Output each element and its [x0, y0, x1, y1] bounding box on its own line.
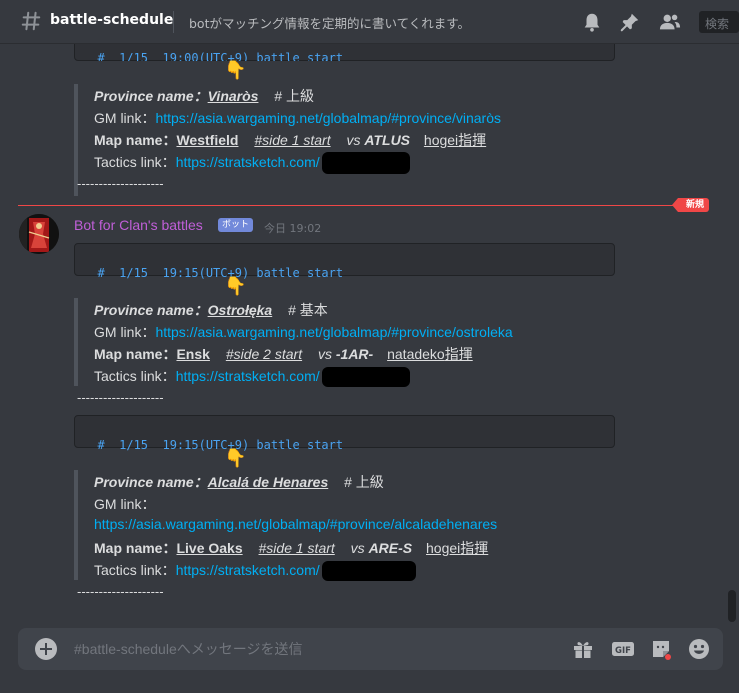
- pointing-down-icon: 👇: [224, 276, 247, 297]
- channel-topic[interactable]: botがマッチング情報を定期的に書いてくれます。: [189, 13, 470, 32]
- province-tag: # 上級: [344, 474, 384, 490]
- new-messages-divider: [18, 205, 680, 206]
- attach-plus-button[interactable]: [35, 638, 57, 660]
- redaction: [321, 152, 410, 175]
- side-tag: #side 1 start: [258, 540, 335, 556]
- code-line: # 1/15 19:15(UTC+9) battle start: [97, 438, 344, 452]
- tactics-link[interactable]: https://stratsketch.com/: [176, 368, 320, 384]
- tactics-line: Tactics link：https://stratsketch.com/: [94, 560, 416, 582]
- province-value: Ostrołęka: [207, 302, 273, 318]
- opponent-name: ATLUS: [364, 132, 411, 148]
- members-icon[interactable]: [659, 11, 681, 33]
- commander-suffix: 指揮: [444, 346, 473, 362]
- bell-icon[interactable]: [581, 11, 603, 33]
- code-line: # 1/15 19:15(UTC+9) battle start: [97, 266, 344, 280]
- map-line: Map name：Westfield #side 1 start vs ATLU…: [94, 130, 486, 150]
- battle-embed: Province name：Ostrołęka # 基本 GM link：htt…: [74, 298, 634, 388]
- opponent-name: ARE-S: [368, 540, 413, 556]
- province-tag: # 基本: [288, 302, 328, 318]
- opponent-name: -1AR-: [335, 346, 374, 362]
- map-value: Ensk: [176, 346, 210, 362]
- message-author[interactable]: Bot for Clan's battles: [74, 217, 203, 233]
- side-tag: #side 2 start: [225, 346, 303, 362]
- code-block: # 1/15 19:15(UTC+9) battle start: [74, 415, 615, 452]
- separator: --------------------: [77, 584, 164, 599]
- redaction: [321, 367, 410, 388]
- scrollbar-thumb[interactable]: [728, 590, 736, 622]
- province-value: Vinaròs: [207, 88, 259, 104]
- emoji-icon[interactable]: [687, 637, 711, 661]
- code-line: # 1/15 19:00(UTC+9) battle start: [97, 51, 344, 65]
- commander-name: natadeko: [387, 346, 445, 362]
- code-block: # 1/15 19:15(UTC+9) battle start: [74, 243, 615, 280]
- gm-label: GM link：: [94, 324, 156, 340]
- new-badge: 新規: [671, 198, 710, 212]
- svg-text:GIF: GIF: [615, 646, 631, 656]
- tactics-line: Tactics link：https://stratsketch.com/: [94, 366, 410, 388]
- vs-label: vs: [350, 540, 365, 556]
- tactics-label: Tactics link：: [94, 154, 176, 170]
- commander-suffix: 指揮: [460, 540, 489, 556]
- map-label: Map name：: [94, 346, 177, 362]
- province-line: Province name：Ostrołęka # 基本: [94, 300, 328, 320]
- map-value: Live Oaks: [176, 540, 243, 556]
- province-line: Province name：Vinaròs # 上級: [94, 86, 314, 106]
- vs-label: vs: [346, 132, 361, 148]
- side-tag: #side 1 start: [254, 132, 331, 148]
- avatar[interactable]: [19, 214, 59, 254]
- tactics-line: Tactics link：https://stratsketch.com/: [94, 152, 410, 175]
- battle-embed: Province name：Alcalá de Henares # 上級 GM …: [74, 470, 634, 582]
- gm-line: GM link：https://asia.wargaming.net/globa…: [94, 108, 501, 128]
- redaction: [321, 561, 416, 582]
- gm-label: GM link：: [94, 496, 156, 512]
- gift-icon[interactable]: [571, 637, 595, 661]
- tactics-label: Tactics link：: [94, 562, 176, 578]
- tactics-label: Tactics link：: [94, 368, 176, 384]
- header-divider: [173, 11, 174, 33]
- message-input[interactable]: [74, 638, 554, 660]
- province-label: Province name：: [94, 88, 208, 104]
- gif-icon[interactable]: GIF: [611, 637, 635, 661]
- province-label: Province name：: [94, 302, 208, 318]
- separator: --------------------: [77, 176, 164, 191]
- province-value: Alcalá de Henares: [207, 474, 329, 490]
- map-label: Map name：: [94, 132, 177, 148]
- message-timestamp: 今日 19:02: [264, 222, 322, 235]
- commander-name: hogei: [423, 132, 459, 148]
- map-label: Map name：: [94, 540, 177, 556]
- province-tag: # 上級: [274, 88, 315, 104]
- hashtag-icon: [21, 11, 41, 31]
- gm-line: GM link：: [94, 494, 155, 514]
- gm-line: GM link：https://asia.wargaming.net/globa…: [94, 322, 513, 342]
- province-label: Province name：: [94, 474, 208, 490]
- pin-icon[interactable]: [619, 11, 641, 33]
- pointing-down-icon: 👇: [224, 60, 247, 81]
- vs-label: vs: [317, 346, 332, 362]
- gm-link[interactable]: https://asia.wargaming.net/globalmap/#pr…: [155, 324, 512, 340]
- channel-header: battle-schedule botがマッチング情報を定期的に書いてくれます。…: [0, 0, 739, 44]
- map-line: Map name：Ensk #side 2 start vs -1AR- nat…: [94, 344, 473, 364]
- search-placeholder: 検索: [705, 17, 730, 31]
- gm-link[interactable]: https://asia.wargaming.net/globalmap/#pr…: [155, 110, 501, 126]
- sticker-icon[interactable]: [649, 637, 673, 661]
- tactics-link[interactable]: https://stratsketch.com/: [176, 562, 320, 578]
- pointing-down-icon: 👇: [224, 448, 247, 469]
- tactics-link[interactable]: https://stratsketch.com/: [176, 154, 320, 170]
- separator: --------------------: [77, 390, 164, 405]
- search-input[interactable]: 検索: [699, 11, 739, 33]
- map-line: Map name：Live Oaks #side 1 start vs ARE-…: [94, 538, 488, 558]
- commander-suffix: 指揮: [458, 132, 487, 148]
- bot-badge: ボット: [218, 218, 254, 232]
- commander-name: hogei: [426, 540, 461, 556]
- gm-link[interactable]: https://asia.wargaming.net/globalmap/#pr…: [94, 516, 497, 532]
- province-line: Province name：Alcalá de Henares # 上級: [94, 472, 384, 492]
- map-value: Westfield: [176, 132, 239, 148]
- gm-link-line: https://asia.wargaming.net/globalmap/#pr…: [94, 516, 497, 532]
- channel-name: battle-schedule: [50, 12, 174, 28]
- gm-label: GM link：: [94, 110, 156, 126]
